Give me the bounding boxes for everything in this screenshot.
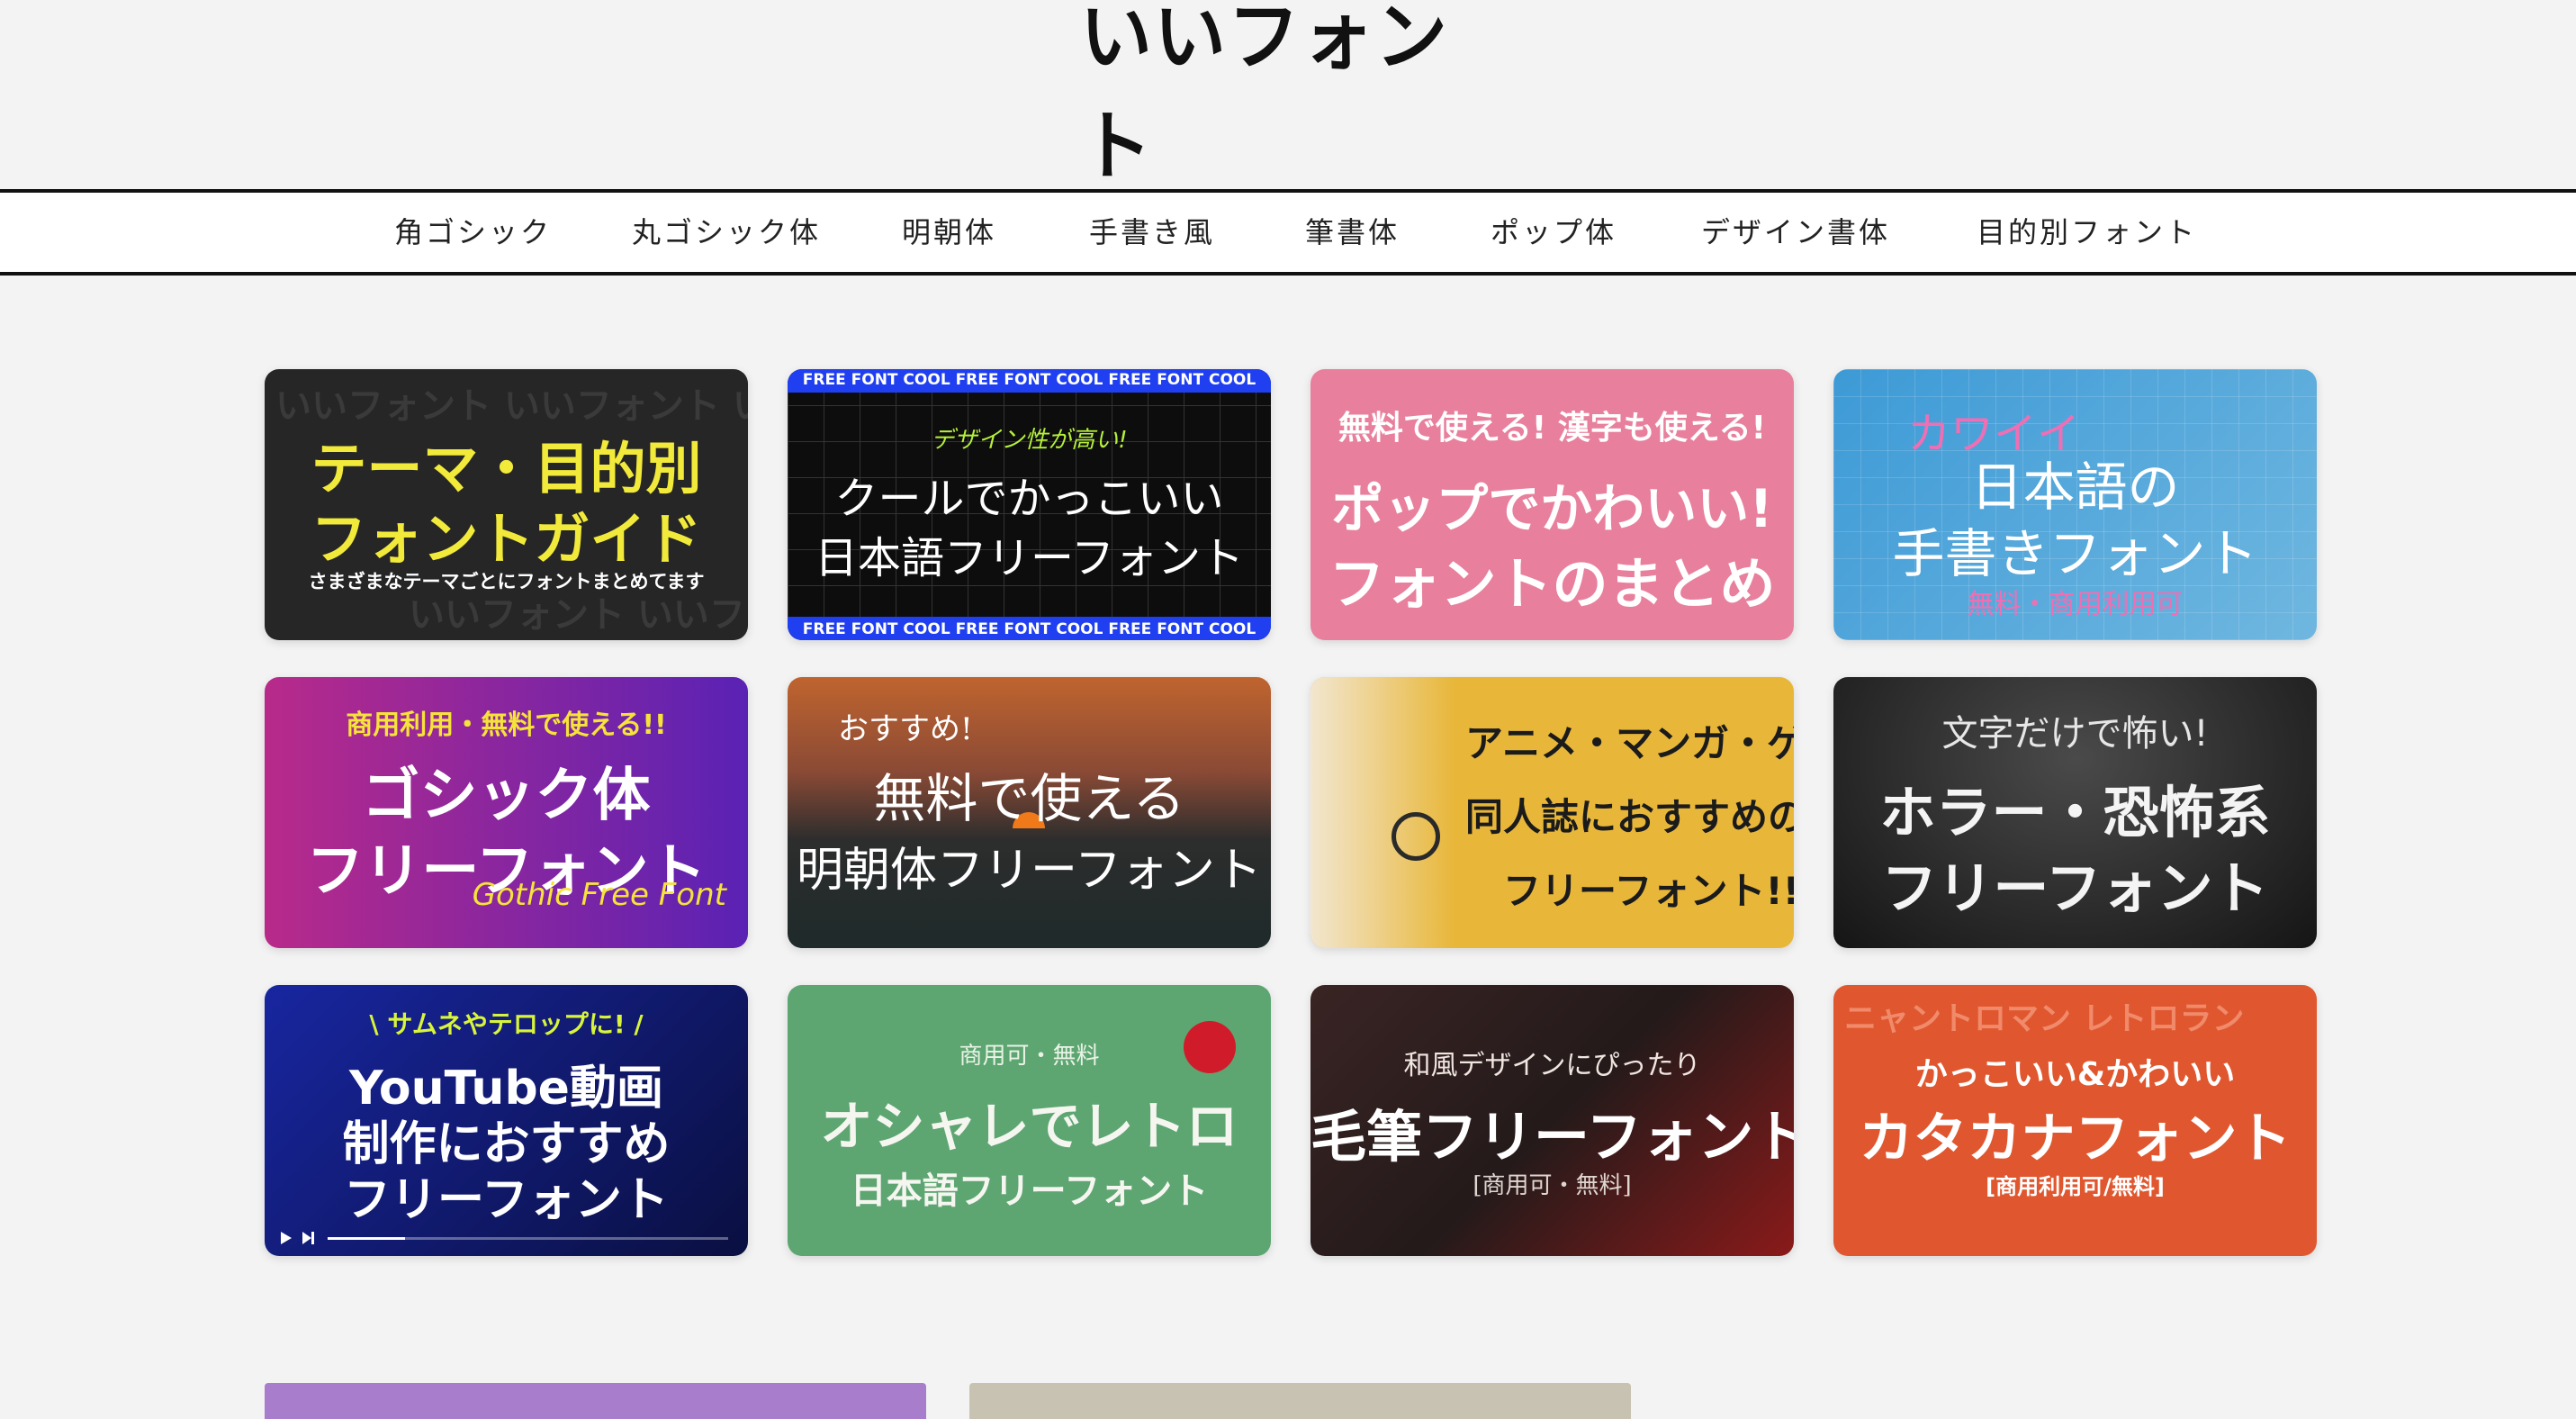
- card-title: フォントガイド: [311, 506, 702, 572]
- card-title: テーマ・目的別: [311, 436, 702, 502]
- manga-character: [1311, 677, 1455, 948]
- card-subtitle: 無料・商用利用可: [1967, 589, 2184, 620]
- card-bg-text: ニャントロマン レトロラン: [1844, 1000, 2245, 1037]
- play-icon: [281, 1232, 292, 1244]
- card-title: 同人誌におすすめの: [1465, 795, 1794, 839]
- card-retro[interactable]: 商用可・無料 オシャレでレトロ 日本語フリーフォント: [788, 985, 1271, 1256]
- card-theme-guide[interactable]: いいフォント いいフォント いいフォント いいフォント いいフォント いいフォン…: [265, 369, 748, 640]
- card-title: ポップでかわいい!: [1331, 478, 1773, 539]
- card-youtube[interactable]: \ サムネやテロップに! / YouTube動画 制作におすすめ フリーフォント: [265, 985, 748, 1256]
- card-title: 明朝体フリーフォント: [797, 844, 1262, 898]
- card-title: アニメ・マンガ・ゲーム: [1465, 721, 1794, 765]
- skip-icon: [302, 1232, 311, 1244]
- card-title: 日本語フリーフォント: [814, 533, 1245, 583]
- card-title: フリーフォント: [344, 1173, 669, 1227]
- nav-item-brush[interactable]: 筆書体: [1305, 193, 1400, 272]
- article-tile[interactable]: [265, 1383, 926, 1419]
- card-title: フォントのまとめ: [1329, 551, 1776, 617]
- site-logo[interactable]: いいフォント: [1080, 0, 1503, 191]
- card-tag: 商用利用・無料で使える!!: [346, 710, 667, 741]
- card-title: オシャレでレトロ: [820, 1096, 1238, 1157]
- card-anime-manga[interactable]: アニメ・マンガ・ゲーム 同人誌におすすめの フリーフォント!!: [1311, 677, 1794, 948]
- nav-item-maru-gothic[interactable]: 丸ゴシック体: [632, 193, 821, 272]
- card-tag: 文字だけで怖い!: [1941, 713, 2209, 755]
- card-tag: 商用可・無料: [959, 1043, 1100, 1070]
- card-tag: かっこいい&かわいい: [1914, 1056, 2236, 1093]
- card-tag: デザイン性が高い!: [931, 427, 1128, 454]
- card-katakana[interactable]: ニャントロマン レトロラン かっこいい&かわいい カタカナフォント [商用利用可…: [1833, 985, 2317, 1256]
- card-horror[interactable]: 文字だけで怖い! ホラー・恐怖系 フリーフォント: [1833, 677, 2317, 948]
- card-subtitle: [商用可・無料]: [1473, 1172, 1632, 1199]
- video-progress-fill: [328, 1237, 405, 1240]
- card-title: カタカナフォント: [1859, 1107, 2292, 1170]
- article-tile[interactable]: [969, 1383, 1631, 1419]
- card-pop-kawaii[interactable]: 無料で使える! 漢字も使える! ポップでかわいい! フォントのまとめ: [1311, 369, 1794, 640]
- card-title: クールでかっこいい: [834, 474, 1224, 524]
- card-title: 無料で使える: [873, 768, 1185, 829]
- card-subtitle: さまざまなテーマごとにフォントまとめてます: [308, 571, 705, 592]
- nav-item-mincho[interactable]: 明朝体: [902, 193, 996, 272]
- card-title: フリーフォント: [1881, 855, 2269, 921]
- glasses-shape: [1392, 812, 1440, 861]
- card-bg-text: いいフォント いいフォント いいフォント: [275, 385, 748, 427]
- nav-item-handwriting[interactable]: 手書き風: [1089, 193, 1215, 272]
- card-tag: おすすめ!: [838, 711, 973, 747]
- nav-item-design[interactable]: デザイン書体: [1701, 193, 1890, 272]
- card-title: 日本語フリーフォント: [850, 1170, 1209, 1212]
- card-subtitle: Gothic Free Font: [472, 877, 726, 913]
- site-header: いいフォント: [0, 0, 2576, 191]
- nav-item-pop[interactable]: ポップ体: [1491, 193, 1617, 272]
- card-handwriting[interactable]: カワイイ 日本語の 手書きフォント 無料・商用利用可: [1833, 369, 2317, 640]
- card-title: 手書きフォント: [1892, 523, 2258, 584]
- marquee-text: FREE FONT COOL FREE FONT COOL FREE FONT …: [802, 371, 1256, 389]
- marquee-text: FREE FONT COOL FREE FONT COOL FREE FONT …: [802, 620, 1256, 638]
- nav-item-purpose[interactable]: 目的別フォント: [1977, 193, 2197, 272]
- skip-icon-bar: [311, 1232, 314, 1244]
- card-title: フリーフォント!!: [1503, 869, 1794, 913]
- card-tag: \ サムネやテロップに! /: [369, 1009, 644, 1039]
- card-tag: 和風デザインにぴったり: [1403, 1050, 1701, 1081]
- card-title: ホラー・恐怖系: [1879, 780, 2271, 845]
- category-nav: 角ゴシック 丸ゴシック体 明朝体 手書き風 筆書体 ポップ体 デザイン書体 目的…: [0, 189, 2576, 276]
- card-brush[interactable]: 和風デザインにぴったり 毛筆フリーフォント [商用可・無料]: [1311, 985, 1794, 1256]
- card-gothic[interactable]: 商用利用・無料で使える!! ゴシック体 フリーフォント Gothic Free …: [265, 677, 748, 948]
- card-title: 日本語の: [1970, 456, 2180, 518]
- card-subtitle: [商用利用可/無料]: [1986, 1174, 2165, 1199]
- card-title: 毛筆フリーフォント: [1311, 1104, 1794, 1170]
- card-title: ゴシック体: [362, 763, 651, 829]
- card-cool-font[interactable]: FREE FONT COOL FREE FONT COOL FREE FONT …: [788, 369, 1271, 640]
- card-mincho[interactable]: おすすめ! 無料で使える 明朝体フリーフォント: [788, 677, 1271, 948]
- card-tag: 無料で使える! 漢字も使える!: [1338, 410, 1767, 447]
- nav-item-kaku-gothic[interactable]: 角ゴシック: [394, 193, 552, 272]
